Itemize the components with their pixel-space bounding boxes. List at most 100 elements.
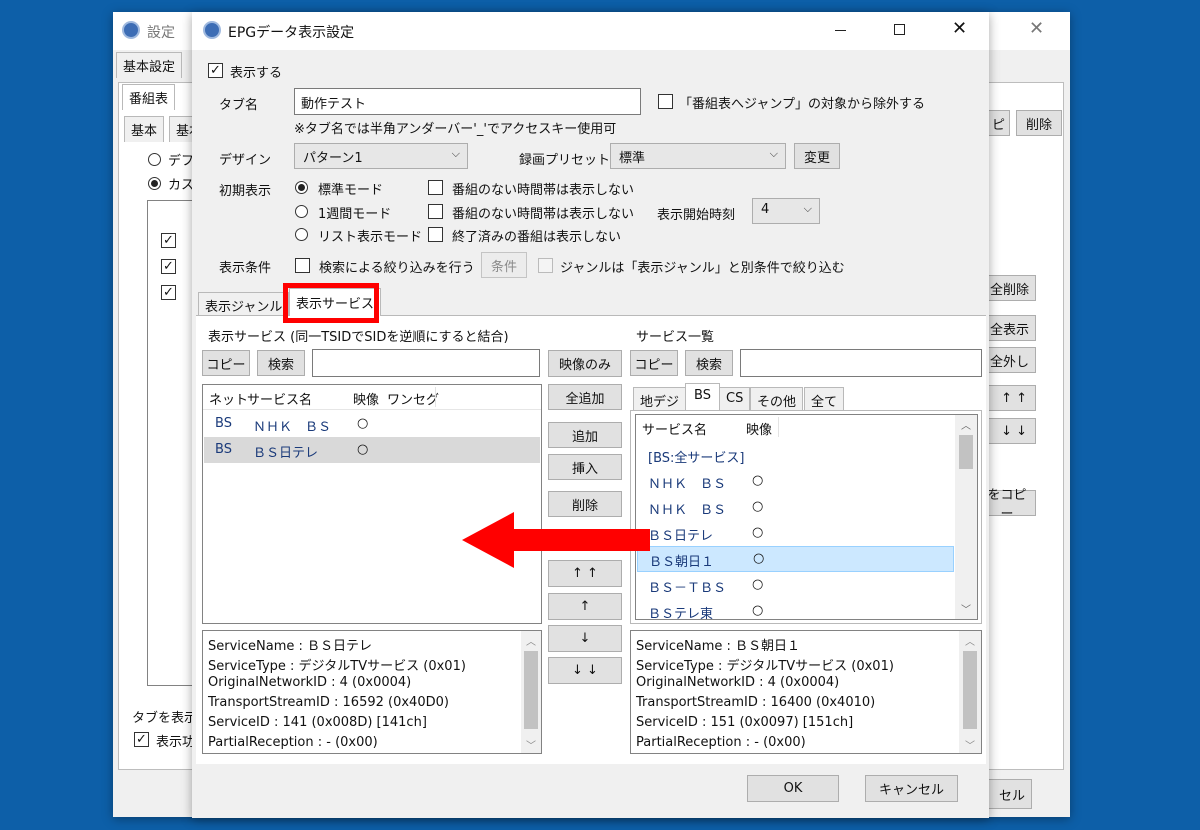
radio-custom[interactable] bbox=[148, 177, 161, 190]
close-icon[interactable]: ✕ bbox=[952, 18, 967, 39]
insert-button[interactable]: 挿入 bbox=[548, 454, 622, 480]
bg-all-delete-button[interactable]: 全削除 bbox=[982, 275, 1036, 301]
tab-cs[interactable]: CS bbox=[719, 387, 751, 411]
tab-sub-basic1[interactable]: 基本 bbox=[124, 116, 165, 142]
bg-delete-button[interactable]: 削除 bbox=[1016, 110, 1062, 136]
list-item[interactable]: ＢＳ日テレ ○ bbox=[636, 520, 955, 546]
scroll-thumb[interactable] bbox=[959, 435, 973, 469]
tab-basic-settings[interactable]: 基本設定 bbox=[116, 52, 183, 78]
radio-list-mode[interactable] bbox=[295, 228, 308, 241]
exclude-jump-label: 「番組表へジャンプ」の対象から除外する bbox=[679, 97, 925, 112]
add-all-button[interactable]: 全追加 bbox=[548, 384, 622, 410]
right-info-line: TransportStreamID : 16400 (0x4010) bbox=[636, 695, 876, 710]
scroll-up-icon[interactable]: ︿ bbox=[965, 633, 975, 648]
bg-cancel-button[interactable]: セル bbox=[982, 779, 1032, 809]
scroll-down-icon[interactable]: ﹀ bbox=[526, 737, 536, 752]
condition-button[interactable]: 条件 bbox=[481, 252, 527, 278]
move-up-button[interactable]: ↑ bbox=[548, 593, 622, 620]
radio-default[interactable] bbox=[148, 153, 161, 166]
left-search-button[interactable]: 検索 bbox=[257, 350, 305, 376]
show-checkbox[interactable]: ✓ bbox=[208, 63, 223, 78]
left-col-video[interactable]: 映像 bbox=[353, 389, 379, 408]
bg-check-2[interactable]: ✓ bbox=[161, 259, 176, 274]
search-filter-checkbox[interactable] bbox=[295, 258, 310, 273]
list-item[interactable]: ＢＳ－ＴＢＳ ○ bbox=[636, 572, 955, 598]
video-only-button[interactable]: 映像のみ bbox=[548, 350, 622, 377]
scroll-down-icon[interactable]: ﹀ bbox=[961, 601, 971, 616]
row-video: ○ bbox=[752, 499, 764, 514]
move-down-button[interactable]: ↓ bbox=[548, 625, 622, 652]
scroll-up-icon[interactable]: ︿ bbox=[526, 633, 536, 648]
right-search-button[interactable]: 検索 bbox=[685, 350, 733, 376]
cancel-button[interactable]: キャンセル bbox=[865, 775, 958, 802]
left-col-name[interactable]: サービス名 bbox=[247, 389, 312, 408]
bg-move-bottom-button[interactable]: ↓ ↓ bbox=[982, 418, 1036, 444]
tab-all[interactable]: 全て bbox=[804, 387, 845, 411]
row-service-name: ＮＨＫ ＢＳ bbox=[648, 503, 727, 518]
preset-select[interactable]: 標準 ⌵ bbox=[610, 143, 786, 169]
bg-move-top-button[interactable]: ↑ ↑ bbox=[982, 385, 1036, 411]
tab-terrestrial[interactable]: 地デジ bbox=[633, 387, 687, 411]
change-button[interactable]: 変更 bbox=[794, 143, 840, 169]
finished-label: 終了済みの番組は表示しない bbox=[452, 230, 622, 245]
right-col-name[interactable]: サービス名 bbox=[642, 419, 707, 438]
scroll-up-icon[interactable]: ︿ bbox=[961, 417, 971, 432]
right-service-list[interactable]: サービス名 映像 [BS:全サービス] ＮＨＫ ＢＳ ○ ＮＨＫ ＢＳ ○ ＢＳ… bbox=[635, 414, 978, 620]
tab-display-genre[interactable]: 表示ジャンル bbox=[198, 292, 290, 316]
finished-checkbox[interactable] bbox=[428, 227, 443, 242]
bg-copy-button[interactable]: をコピー bbox=[982, 488, 1036, 522]
no-program-checkbox-1[interactable] bbox=[428, 180, 443, 195]
ok-button[interactable]: OK bbox=[747, 775, 839, 802]
list-item[interactable]: [BS:全サービス] bbox=[636, 442, 955, 468]
no-program-checkbox-2[interactable] bbox=[428, 204, 443, 219]
bg-btn-fragment[interactable]: ピ bbox=[986, 110, 1010, 136]
radio-week-mode[interactable] bbox=[295, 205, 308, 218]
row-service-name: ＢＳテレ東 bbox=[648, 607, 714, 620]
tab-other[interactable]: その他 bbox=[750, 387, 804, 411]
bg-check-1[interactable]: ✓ bbox=[161, 233, 176, 248]
right-list-scrollbar[interactable]: ︿ ﹀ bbox=[955, 415, 977, 619]
list-item-selected[interactable]: BS ＢＳ日テレ ○ bbox=[204, 437, 540, 463]
list-item[interactable]: ＢＳテレ東 ○ bbox=[636, 598, 955, 620]
row-service-name: ＢＳ日テレ bbox=[253, 446, 319, 461]
clock-icon bbox=[122, 21, 140, 39]
bg-all-hide-button[interactable]: 全外し bbox=[982, 347, 1036, 373]
minimize-icon[interactable] bbox=[835, 30, 846, 31]
tab-name-input[interactable]: 動作テスト bbox=[294, 88, 641, 115]
tab-program-table[interactable]: 番組表 bbox=[122, 84, 176, 110]
maximize-icon[interactable] bbox=[894, 24, 905, 35]
genre-filter-checkbox[interactable] bbox=[538, 258, 553, 273]
right-copy-button[interactable]: コピー bbox=[630, 350, 678, 376]
move-bottom-button[interactable]: ↓ ↓ bbox=[548, 657, 622, 684]
left-copy-button[interactable]: コピー bbox=[202, 350, 250, 376]
right-search-input[interactable] bbox=[740, 349, 982, 377]
list-item[interactable]: ＮＨＫ ＢＳ ○ bbox=[636, 468, 955, 494]
add-button[interactable]: 追加 bbox=[548, 422, 622, 448]
left-service-list[interactable]: ネット サービス名 映像 ワンセグ BS ＮＨＫ ＢＳ ○ BS ＢＳ日テレ ○ bbox=[202, 384, 542, 624]
left-col-oneseg[interactable]: ワンセグ bbox=[387, 389, 439, 408]
design-select[interactable]: パターン1 ⌵ bbox=[294, 143, 468, 169]
left-info-scrollbar[interactable]: ︿ ﹀ bbox=[521, 631, 541, 753]
list-item-selected[interactable]: ＢＳ朝日１ ○ bbox=[637, 546, 954, 572]
right-col-video[interactable]: 映像 bbox=[746, 419, 772, 438]
scroll-thumb[interactable] bbox=[524, 651, 538, 729]
list-item[interactable]: BS ＮＨＫ ＢＳ ○ bbox=[203, 411, 541, 437]
left-info-line: ServiceName : ＢＳ日テレ bbox=[208, 639, 373, 654]
left-search-input[interactable] bbox=[312, 349, 540, 377]
right-info-scrollbar[interactable]: ︿ ﹀ bbox=[959, 631, 981, 753]
list-item[interactable]: ＮＨＫ ＢＳ ○ bbox=[636, 494, 955, 520]
start-time-select[interactable]: 4 ⌵ bbox=[752, 198, 820, 224]
bg-check-3[interactable]: ✓ bbox=[161, 285, 176, 300]
row-video: ○ bbox=[752, 577, 764, 592]
bg-bottom-check[interactable]: ✓ bbox=[134, 732, 149, 747]
row-service-name: ＢＳ朝日１ bbox=[649, 555, 715, 570]
radio-standard-mode[interactable] bbox=[295, 181, 308, 194]
exclude-jump-checkbox[interactable] bbox=[658, 94, 673, 109]
settings-close-icon[interactable]: ✕ bbox=[1029, 18, 1044, 39]
left-col-net[interactable]: ネット bbox=[209, 389, 248, 408]
bg-all-show-button[interactable]: 全表示 bbox=[982, 315, 1036, 341]
tab-bs[interactable]: BS bbox=[685, 383, 720, 411]
scroll-down-icon[interactable]: ﹀ bbox=[965, 737, 975, 752]
scroll-thumb[interactable] bbox=[963, 651, 977, 729]
row-video: ○ bbox=[752, 603, 764, 618]
